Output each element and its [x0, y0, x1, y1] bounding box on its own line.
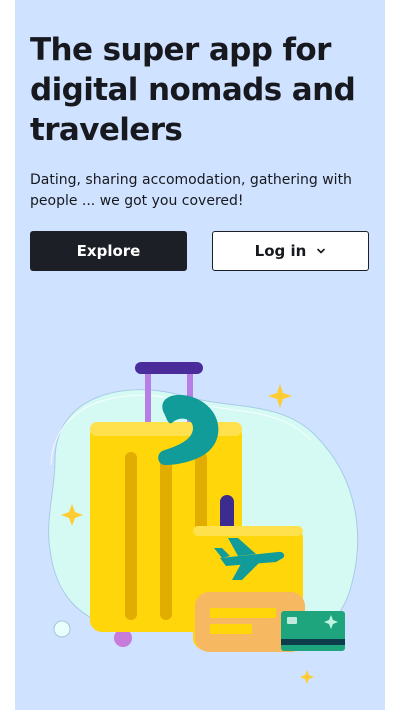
travel-luggage-illustration: [48, 362, 359, 684]
credit-card-icon: [281, 611, 345, 651]
bubble: [53, 620, 71, 638]
hero-subtitle: Dating, sharing accomodation, gathering …: [30, 172, 352, 209]
login-button[interactable]: Log in: [212, 231, 369, 271]
hero-title: The super app for digital nomads and tra…: [30, 32, 356, 148]
sparkle-icon: [268, 384, 292, 408]
explore-button-label: Explore: [76, 242, 141, 260]
sparkle-icon: [300, 670, 314, 684]
suitcase-handle: [135, 362, 203, 374]
login-button-label: Log in: [254, 242, 307, 260]
chevron-down-icon: [317, 248, 326, 254]
explore-button[interactable]: Explore: [30, 231, 187, 271]
landing-page: The super app for digital nomads and tra…: [15, 0, 385, 710]
